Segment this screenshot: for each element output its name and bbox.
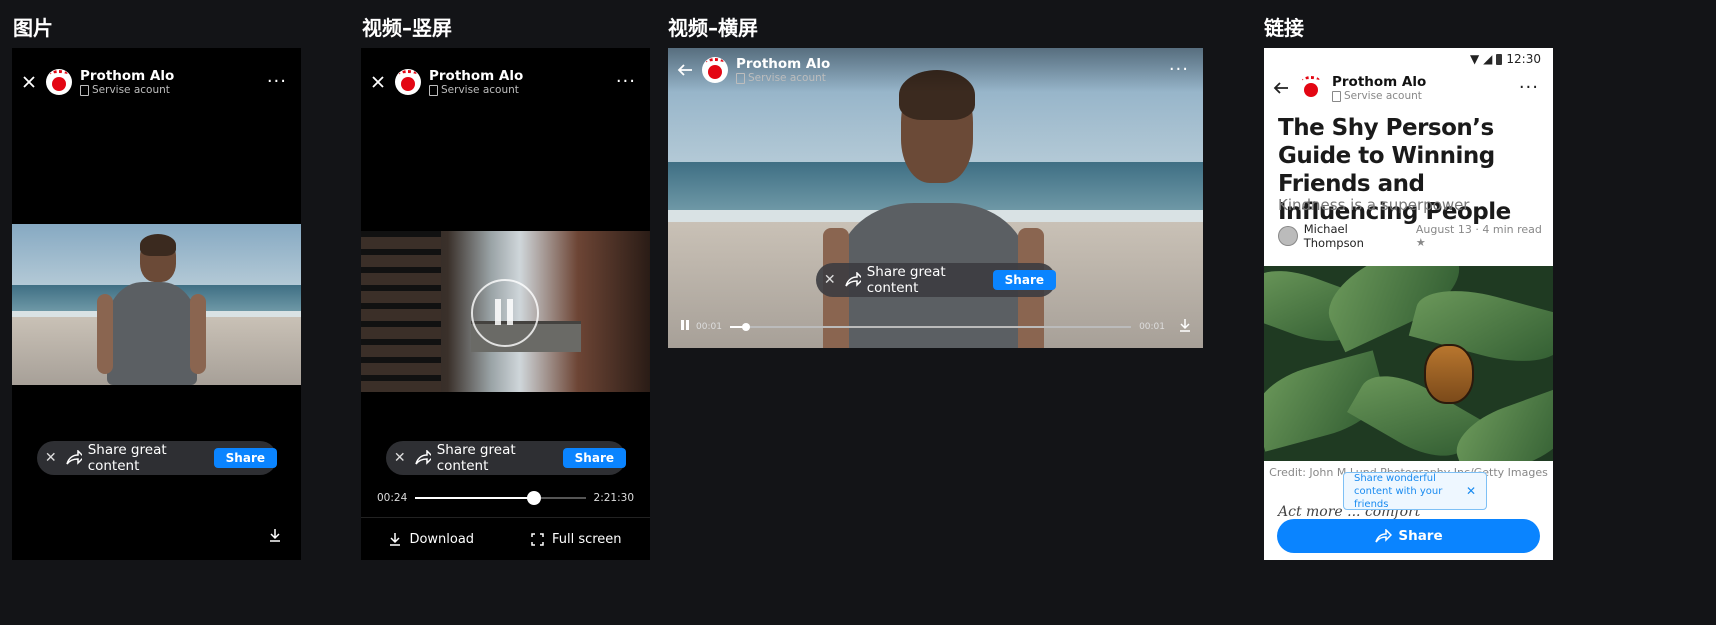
author-name[interactable]: Michael Thompson [1304, 222, 1410, 250]
article-byline: Michael Thompson August 13 · 4 min read … [1278, 222, 1553, 250]
progress-knob[interactable] [527, 491, 542, 505]
download-icon[interactable] [269, 527, 281, 546]
account-logo[interactable] [395, 69, 421, 95]
pause-icon[interactable] [680, 319, 690, 334]
share-icon [414, 450, 431, 465]
service-badge-icon [80, 84, 89, 96]
more-options-icon[interactable]: ··· [1169, 61, 1189, 79]
share-prompt-bar: ✕ Share great content Share [37, 441, 277, 475]
elapsed-time: 00:01 [696, 321, 722, 332]
service-badge-icon [429, 84, 438, 96]
download-icon[interactable] [1179, 318, 1191, 335]
close-icon[interactable] [361, 75, 395, 89]
fullscreen-icon [531, 532, 544, 546]
video-timeline: 00:01 00:01 [668, 318, 1203, 335]
author-avatar[interactable] [1278, 226, 1298, 246]
back-arrow-icon[interactable] [1264, 81, 1298, 95]
viewer-header: Prothom Alo Servise acount ··· [361, 58, 650, 106]
share-prompt-text: Share great content [866, 264, 946, 296]
share-link-button[interactable]: Share [1277, 519, 1540, 553]
dismiss-icon[interactable]: ✕ [386, 450, 414, 466]
image-viewer-panel: Prothom Alo Servise acount ··· ✕ Share g… [12, 48, 301, 560]
account-logo[interactable] [702, 57, 728, 83]
dismiss-icon[interactable]: ✕ [816, 272, 844, 288]
share-icon [65, 450, 82, 465]
viewer-header: Prothom Alo Servise acount ··· [12, 58, 301, 106]
article-meta: August 13 · 4 min read ★ [1415, 223, 1542, 249]
progress-bar[interactable] [415, 491, 586, 505]
landscape-video-panel: Prothom Alo Servise acount ··· ✕ Share g… [668, 48, 1203, 348]
account-name[interactable]: Prothom Alo [429, 68, 523, 84]
video-frame-street [361, 231, 650, 392]
beach-photo [12, 224, 301, 385]
link-article-panel: ▼ ◢ 12:30 Prothom Alo Servise acount ···… [1264, 48, 1553, 560]
share-button[interactable]: Share [562, 448, 626, 468]
article-subtitle: Kindness is a superpower [1278, 196, 1470, 214]
portrait-video-panel: Prothom Alo Servise acount ··· ✕ Share g… [361, 48, 650, 560]
account-logo[interactable] [46, 69, 72, 95]
dismiss-icon[interactable]: ✕ [37, 450, 65, 466]
beach-video-frame [668, 48, 1203, 348]
fullscreen-button[interactable]: Full screen [531, 532, 622, 547]
tooltip-text: Share wonderful content with your friend… [1354, 472, 1443, 510]
share-icon [1375, 529, 1393, 543]
tooltip-close-icon[interactable]: ✕ [1466, 484, 1476, 498]
section-title-portrait-video: 视频–竖屏 [362, 16, 452, 40]
progress-bar[interactable] [729, 322, 1132, 331]
share-icon [844, 272, 861, 287]
account-name[interactable]: Prothom Alo [80, 68, 174, 84]
share-prompt-text: Share great content [87, 442, 167, 474]
tiger-jungle-image [1264, 266, 1553, 461]
download-button[interactable]: Download [389, 532, 474, 547]
video-timeline: 00:24 2:21:30 [361, 491, 650, 505]
share-tooltip: Share wonderful content with your friend… [1343, 472, 1487, 510]
share-button[interactable]: Share [213, 448, 277, 468]
more-options-icon[interactable]: ··· [616, 73, 636, 91]
account-subtitle: Servise acount [92, 83, 170, 96]
tiger-face [1424, 344, 1474, 404]
section-title-landscape-video: 视频–横屏 [668, 16, 758, 40]
section-title-image: 图片 [13, 16, 53, 40]
remaining-time: 00:01 [1139, 321, 1165, 332]
share-prompt-bar: ✕ Share great content Share [386, 441, 626, 475]
battery-icon [1496, 53, 1503, 65]
account-name[interactable]: Prothom Alo [1332, 74, 1426, 90]
back-arrow-icon[interactable] [668, 63, 702, 77]
video-footer: Download Full screen [361, 517, 650, 560]
more-options-icon[interactable]: ··· [1519, 79, 1539, 97]
account-logo[interactable] [1298, 75, 1324, 101]
share-prompt-text: Share great content [436, 442, 516, 474]
progress-knob[interactable] [741, 322, 750, 331]
account-name[interactable]: Prothom Alo [736, 56, 830, 72]
pause-overlay[interactable] [471, 279, 539, 347]
share-button[interactable]: Share [992, 270, 1056, 290]
download-icon [390, 533, 401, 546]
close-icon[interactable] [12, 75, 46, 89]
account-subtitle: Servise acount [748, 71, 826, 84]
service-badge-icon [736, 72, 745, 84]
total-duration: 2:21:30 [593, 492, 634, 504]
account-subtitle: Servise acount [441, 83, 519, 96]
section-title-link: 链接 [1264, 16, 1304, 40]
share-prompt-bar: ✕ Share great content Share [816, 263, 1056, 297]
elapsed-time: 00:24 [377, 492, 408, 504]
service-badge-icon [1332, 90, 1341, 102]
article-header: Prothom Alo Servise acount ··· [1264, 64, 1553, 112]
more-options-icon[interactable]: ··· [267, 73, 287, 91]
viewer-header: Prothom Alo Servise acount ··· [668, 48, 1203, 92]
account-subtitle: Servise acount [1344, 89, 1422, 102]
